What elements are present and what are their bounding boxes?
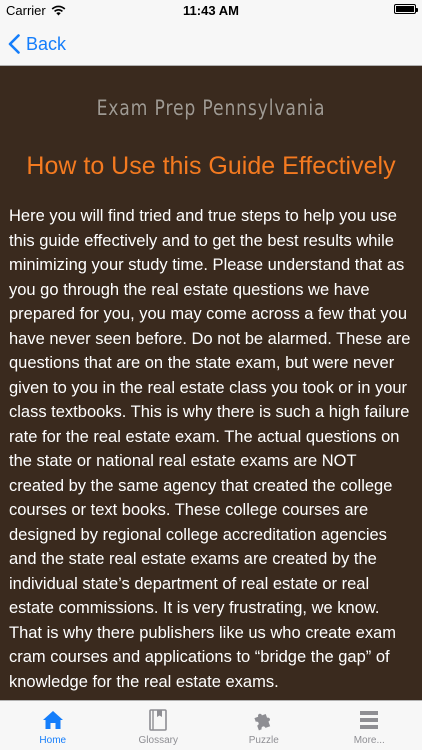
page-title: How to Use this Guide Effectively [26,152,396,180]
back-label: Back [26,33,67,54]
chevron-left-icon [8,34,20,54]
navigation-bar: Back [0,22,422,66]
home-icon [41,708,65,732]
brand-logo-text: Exam Prep Pennsylvania [96,96,326,120]
guide-body-text: Here you will find tried and true steps … [9,207,411,691]
status-bar: Carrier 11:43 AM [0,0,422,22]
back-button[interactable]: Back [8,30,66,58]
tab-bar: Home Glossary Puzzle More... [0,700,422,750]
menu-icon [358,708,380,732]
battery-icon [394,4,418,14]
tab-label: Home [39,735,67,746]
tab-label: Glossary [138,735,178,746]
battery-fill [396,6,414,12]
tab-label: More... [353,735,385,746]
book-icon [146,708,170,732]
tab-glossary[interactable]: Glossary [106,701,212,750]
puzzle-icon [251,708,277,732]
status-right [394,4,418,14]
tab-more[interactable]: More... [317,701,422,750]
guide-content[interactable]: Exam Prep Pennsylvania How to Use this G… [0,66,422,700]
tab-label: Puzzle [248,735,279,746]
tab-home[interactable]: Home [0,701,106,750]
status-time: 11:43 AM [183,3,239,18]
tab-puzzle[interactable]: Puzzle [211,701,317,750]
